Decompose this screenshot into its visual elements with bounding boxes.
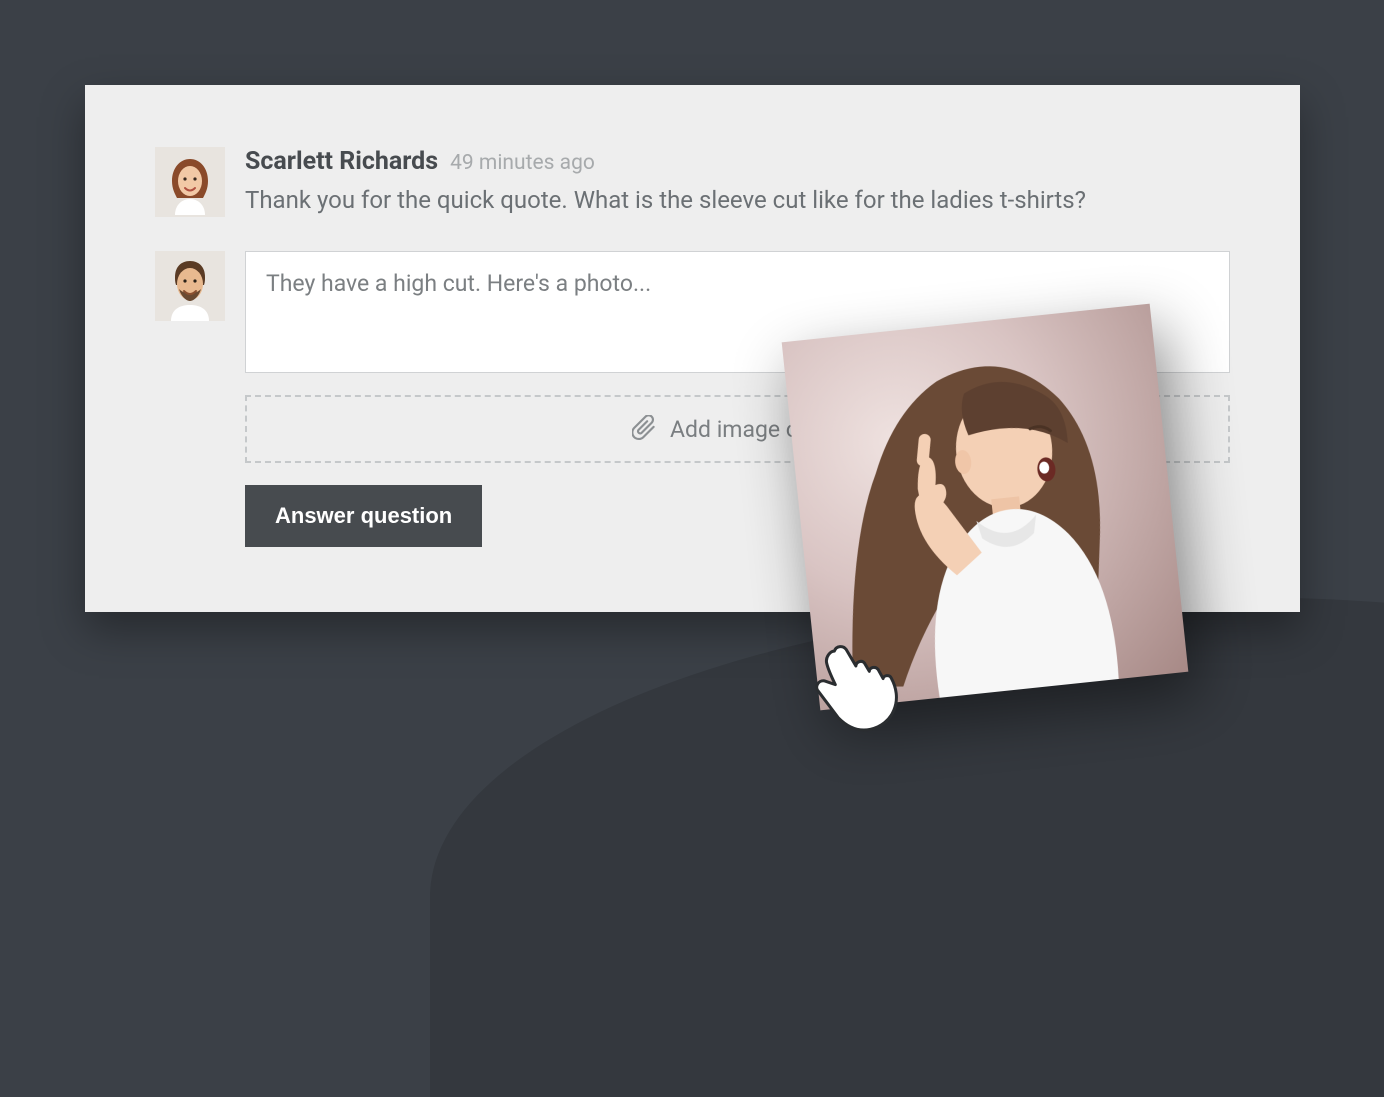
reply-author-avatar: [155, 251, 225, 321]
question-row: Scarlett Richards 49 minutes ago Thank y…: [155, 147, 1230, 217]
paperclip-icon: [632, 415, 658, 443]
question-author-avatar: [155, 147, 225, 217]
question-text: Thank you for the quick quote. What is t…: [245, 184, 1230, 216]
question-author-name: Scarlett Richards: [245, 147, 438, 176]
answer-question-button[interactable]: Answer question: [245, 485, 482, 547]
question-time: 49 minutes ago: [450, 151, 595, 175]
